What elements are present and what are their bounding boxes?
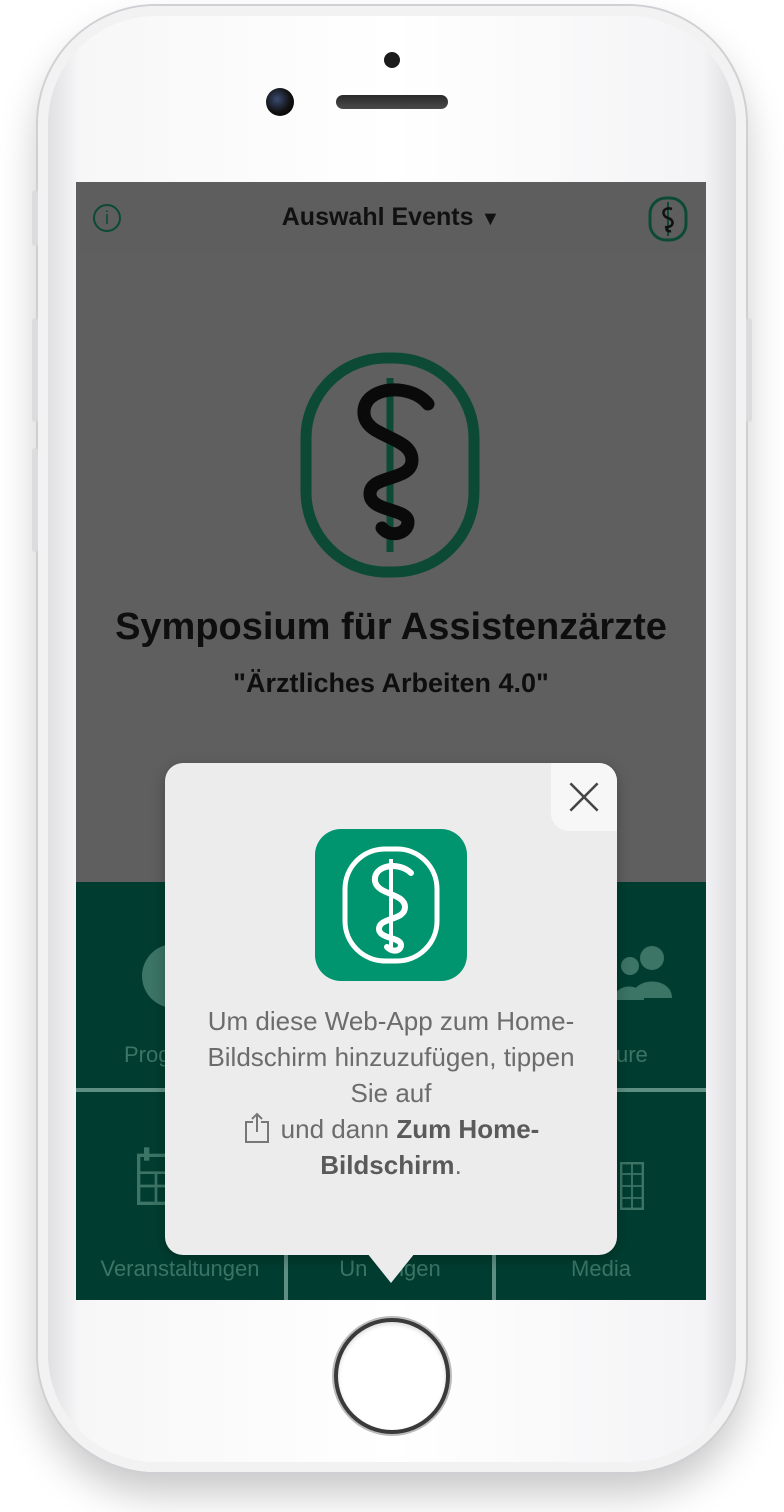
close-button[interactable] xyxy=(551,763,617,831)
tile-label: ure xyxy=(616,1042,648,1067)
popup-pointer xyxy=(367,1253,415,1283)
tile-label: Veranstaltungen xyxy=(100,1256,260,1281)
share-icon xyxy=(244,1112,269,1143)
app-icon xyxy=(315,829,467,981)
tile-label: Media xyxy=(571,1256,631,1281)
add-to-homescreen-popup: Um diese Web-App zum Home-Bildschirm hin… xyxy=(165,763,617,1283)
event-selector-label: Auswahl Events xyxy=(281,203,474,231)
instruction-end: . xyxy=(454,1150,462,1180)
proximity-sensor xyxy=(384,52,400,68)
instruction-line-2: und dann xyxy=(280,1114,397,1144)
instruction-text: Um diese Web-App zum Home-Bildschirm hin… xyxy=(193,1003,589,1183)
top-bar: i Auswahl Events ▼ xyxy=(76,182,706,254)
people-icon xyxy=(614,946,672,1000)
power-button xyxy=(746,318,752,422)
caduceus-icon xyxy=(342,846,440,964)
tile-label: Prog xyxy=(124,1042,171,1067)
app-screen: i Auswahl Events ▼ Symposium für Assiste… xyxy=(76,182,706,1300)
close-icon xyxy=(569,782,599,812)
media-icon xyxy=(620,1162,644,1210)
event-selector[interactable]: Auswahl Events ▼ xyxy=(76,203,706,232)
mute-switch xyxy=(32,190,38,246)
event-subtitle: "Ärztliches Arbeiten 4.0" xyxy=(233,668,549,698)
hero-caduceus-logo-icon xyxy=(300,352,480,578)
caduceus-logo-icon[interactable] xyxy=(648,196,688,242)
volume-up-button xyxy=(32,318,38,422)
instruction-line-1: Um diese Web-App zum Home-Bildschirm hin… xyxy=(207,1006,575,1108)
volume-down-button xyxy=(32,448,38,552)
home-button[interactable] xyxy=(338,1322,446,1430)
front-camera xyxy=(266,88,294,116)
event-title: Symposium für Assistenzärzte xyxy=(115,606,667,648)
caret-down-icon: ▼ xyxy=(480,208,501,230)
earpiece-speaker xyxy=(336,95,448,109)
